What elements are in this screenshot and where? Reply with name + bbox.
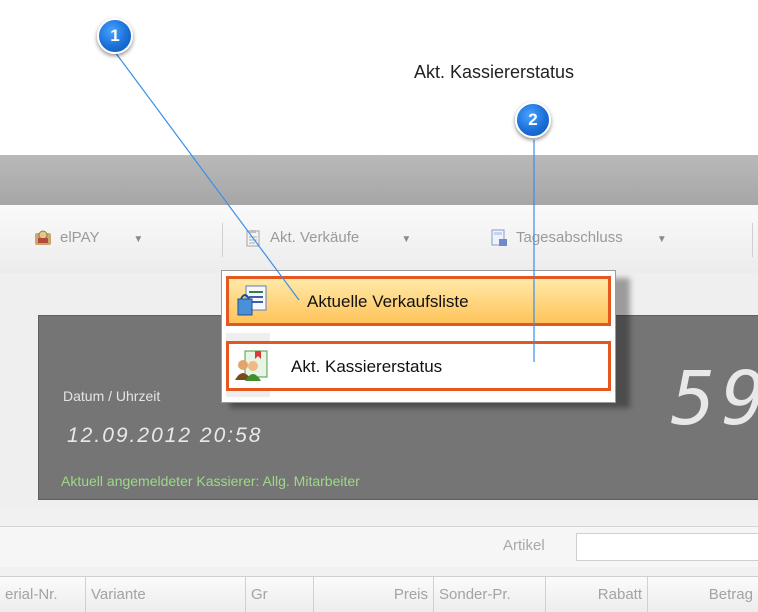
callout-2-badge: 2 xyxy=(515,102,551,138)
callout-1-connector xyxy=(114,51,300,301)
callout-1-badge: 1 xyxy=(97,18,133,54)
callout-connectors xyxy=(114,51,535,362)
